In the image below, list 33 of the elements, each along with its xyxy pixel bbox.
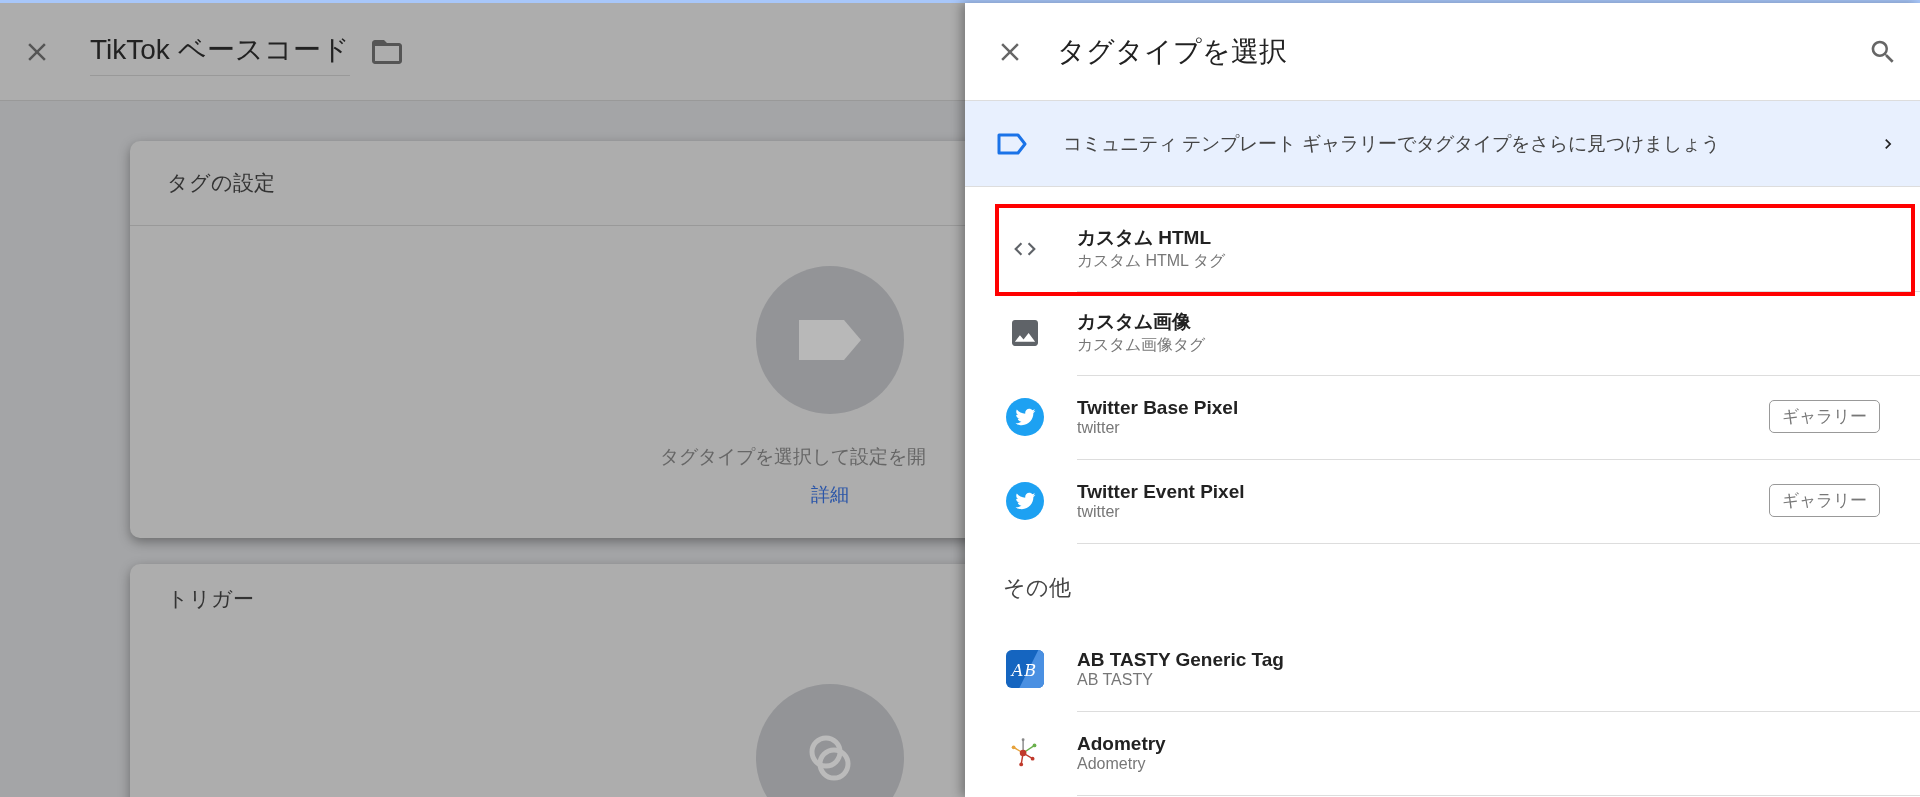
- section-heading: その他: [1002, 574, 1072, 602]
- item-subtitle: カスタム画像タグ: [1077, 335, 1206, 355]
- card-title: トリガー: [167, 586, 254, 612]
- tag-name-field[interactable]: TikTok ベースコード: [90, 27, 350, 76]
- bird-icon: [1006, 482, 1044, 520]
- item-subtitle: AB TASTY: [1077, 670, 1154, 689]
- banner-text: コミュニティ テンプレート ギャラリーでタグタイプをさらに見つけましょう: [1063, 131, 1721, 156]
- tag-type-item[interactable]: カスタム画像 カスタム画像タグ: [965, 291, 1920, 375]
- tag-type-item[interactable]: AB AB TASTY Generic Tag AB TASTY: [965, 627, 1920, 711]
- tag-type-item[interactable]: Adometry Adometry: [965, 711, 1920, 795]
- item-subtitle: twitter: [1077, 418, 1121, 437]
- item-subtitle: カスタム HTML タグ: [1077, 251, 1226, 271]
- hint-text: タグタイプを選択して設定を開: [660, 445, 926, 469]
- gallery-button[interactable]: ギャラリー: [1769, 400, 1880, 433]
- item-title: AB TASTY Generic Tag: [1077, 648, 1285, 671]
- item-title: Twitter Base Pixel: [1077, 396, 1240, 419]
- tag-type-item[interactable]: カスタム HTML カスタム HTML タグ: [965, 207, 1920, 291]
- ab-logo-icon: AB: [1006, 650, 1044, 688]
- image-icon: [1012, 320, 1038, 346]
- tag-type-item[interactable]: Twitter Base Pixel twitter ギャラリー: [965, 375, 1920, 459]
- item-subtitle: twitter: [1077, 502, 1121, 521]
- item-title: カスタム画像: [1077, 310, 1192, 334]
- item-title: カスタム HTML: [1077, 226, 1213, 250]
- item-subtitle: Adometry: [1077, 754, 1147, 773]
- panel-title: タグタイプを選択: [1057, 34, 1288, 69]
- item-title: Twitter Event Pixel: [1077, 480, 1246, 503]
- card-title: タグの設定: [167, 170, 275, 196]
- gallery-banner[interactable]: コミュニティ テンプレート ギャラリーでタグタイプをさらに見つけましょう: [965, 100, 1920, 187]
- gallery-button[interactable]: ギャラリー: [1769, 484, 1880, 517]
- tag-icon: [997, 132, 1027, 155]
- item-title: Adometry: [1077, 732, 1167, 755]
- tag-type-item[interactable]: Twitter Event Pixel twitter ギャラリー: [965, 459, 1920, 543]
- bird-icon: [1006, 398, 1044, 436]
